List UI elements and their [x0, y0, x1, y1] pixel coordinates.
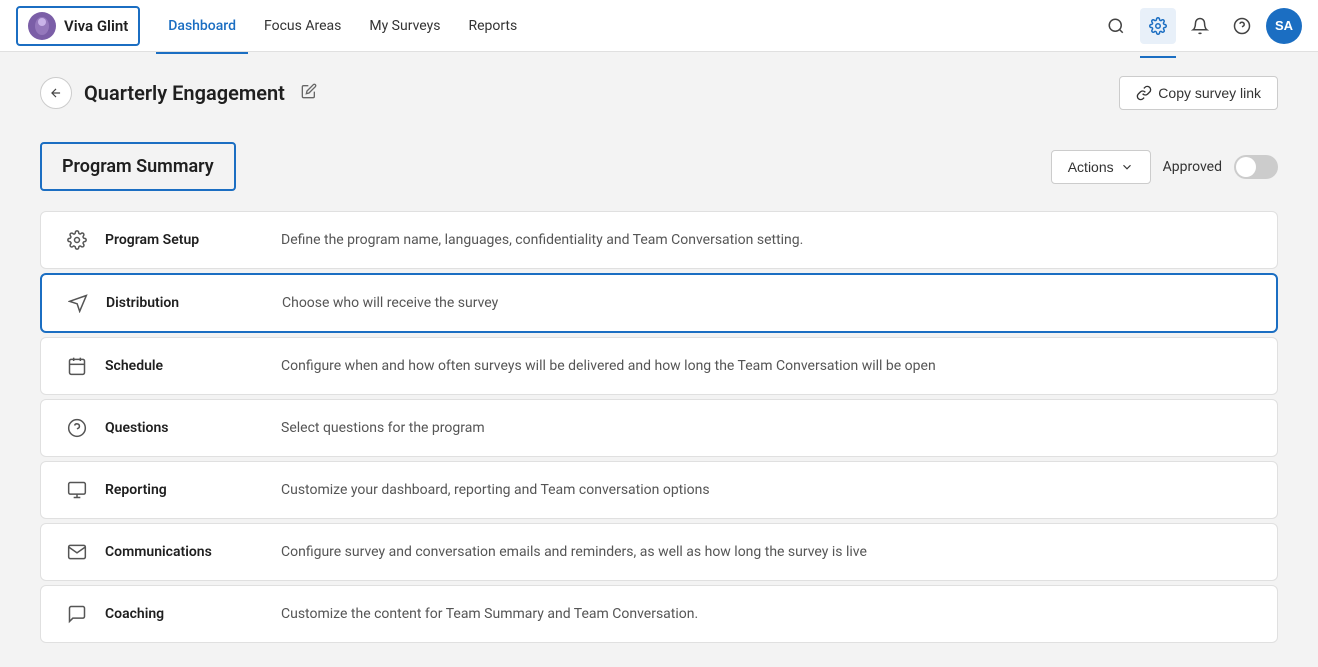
menu-item-coaching[interactable]: Coaching Customize the content for Team …: [40, 585, 1278, 643]
communications-name: Communications: [105, 544, 265, 560]
link-icon: [1136, 85, 1152, 101]
back-button[interactable]: [40, 77, 72, 109]
search-icon: [1107, 17, 1125, 35]
nav-link-focus-areas[interactable]: Focus Areas: [252, 12, 353, 40]
brand-name: Viva Glint: [64, 17, 128, 35]
coaching-desc: Customize the content for Team Summary a…: [281, 606, 698, 622]
schedule-name: Schedule: [105, 358, 265, 374]
section-header: Program Summary Actions Approved: [40, 142, 1278, 191]
nav-link-reports[interactable]: Reports: [456, 12, 529, 40]
edit-icon[interactable]: [297, 79, 321, 107]
nav-right-icons: SA: [1098, 8, 1302, 44]
section-title: Program Summary: [40, 142, 236, 191]
notifications-button[interactable]: [1182, 8, 1218, 44]
brand-logo[interactable]: Viva Glint: [16, 6, 140, 46]
approved-toggle[interactable]: [1234, 155, 1278, 179]
program-setup-name: Program Setup: [105, 232, 265, 248]
distribution-desc: Choose who will receive the survey: [282, 295, 498, 311]
help-icon: [1233, 17, 1251, 35]
viva-glint-logo-icon: [28, 12, 56, 40]
actions-button[interactable]: Actions: [1051, 150, 1151, 184]
coaching-icon: [65, 602, 89, 626]
actions-label: Actions: [1068, 159, 1114, 175]
communications-icon: [65, 540, 89, 564]
help-button[interactable]: [1224, 8, 1260, 44]
section-actions: Actions Approved: [1051, 150, 1278, 184]
nav-link-dashboard[interactable]: Dashboard: [156, 12, 248, 40]
reporting-name: Reporting: [105, 482, 265, 498]
menu-list: Program Setup Define the program name, l…: [40, 211, 1278, 643]
menu-item-communications[interactable]: Communications Configure survey and conv…: [40, 523, 1278, 581]
coaching-name: Coaching: [105, 606, 265, 622]
user-avatar[interactable]: SA: [1266, 8, 1302, 44]
copy-link-label: Copy survey link: [1158, 85, 1261, 101]
menu-item-distribution[interactable]: Distribution Choose who will receive the…: [40, 273, 1278, 333]
reporting-icon: [65, 478, 89, 502]
approved-label: Approved: [1163, 159, 1222, 175]
questions-icon: [65, 416, 89, 440]
communications-desc: Configure survey and conversation emails…: [281, 544, 867, 560]
nav-link-my-surveys[interactable]: My Surveys: [357, 12, 452, 40]
menu-item-questions[interactable]: Questions Select questions for the progr…: [40, 399, 1278, 457]
schedule-desc: Configure when and how often surveys wil…: [281, 358, 936, 374]
page-title: Quarterly Engagement: [84, 81, 285, 105]
program-setup-icon: [65, 228, 89, 252]
search-button[interactable]: [1098, 8, 1134, 44]
menu-item-program-setup[interactable]: Program Setup Define the program name, l…: [40, 211, 1278, 269]
reporting-desc: Customize your dashboard, reporting and …: [281, 482, 710, 498]
arrow-left-icon: [49, 86, 63, 100]
chevron-down-icon: [1120, 160, 1134, 174]
distribution-name: Distribution: [106, 295, 266, 311]
program-setup-desc: Define the program name, languages, conf…: [281, 232, 803, 248]
settings-button[interactable]: [1140, 8, 1176, 44]
menu-item-schedule[interactable]: Schedule Configure when and how often su…: [40, 337, 1278, 395]
main-content: Quarterly Engagement Copy survey link Pr…: [0, 52, 1318, 667]
copy-survey-link-button[interactable]: Copy survey link: [1119, 76, 1278, 110]
distribution-icon: [66, 291, 90, 315]
schedule-icon: [65, 354, 89, 378]
nav-links: Dashboard Focus Areas My Surveys Reports: [156, 12, 1098, 40]
menu-item-reporting[interactable]: Reporting Customize your dashboard, repo…: [40, 461, 1278, 519]
questions-name: Questions: [105, 420, 265, 436]
page-header: Quarterly Engagement Copy survey link: [40, 76, 1278, 110]
bell-icon: [1191, 17, 1209, 35]
gear-icon: [1149, 17, 1167, 35]
top-navigation: Viva Glint Dashboard Focus Areas My Surv…: [0, 0, 1318, 52]
page-header-left: Quarterly Engagement: [40, 77, 321, 109]
questions-desc: Select questions for the program: [281, 420, 485, 436]
